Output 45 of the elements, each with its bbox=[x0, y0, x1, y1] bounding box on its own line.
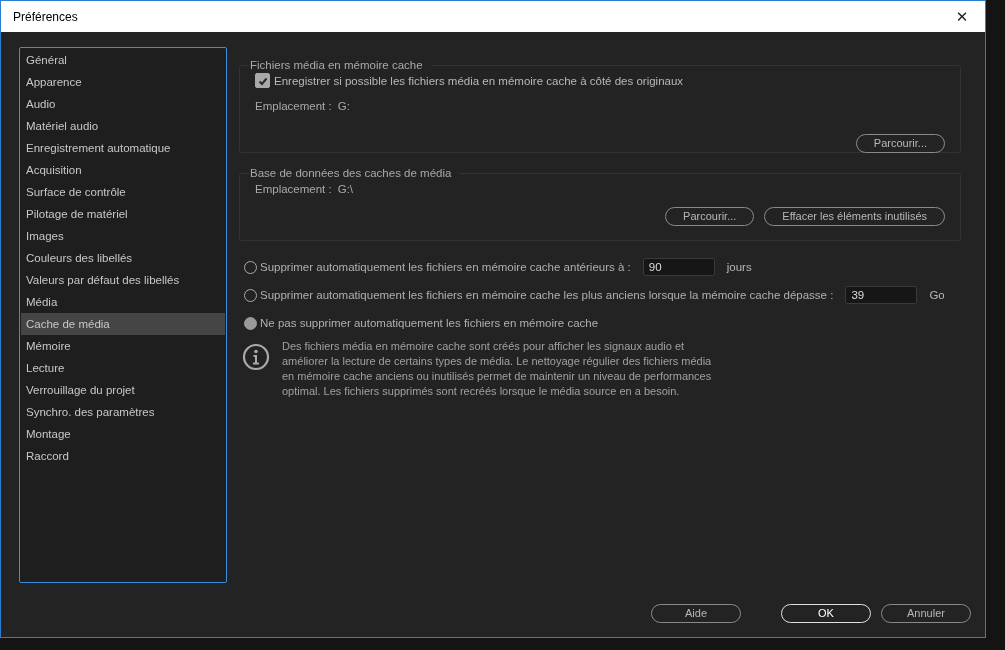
sidebar-item[interactable]: Audio bbox=[21, 93, 225, 115]
info-icon bbox=[242, 343, 270, 371]
checkbox[interactable] bbox=[255, 73, 270, 88]
checkbox-label: Enregistrer si possible les fichiers média en mémoire cache à côté des originaux bbox=[274, 74, 684, 87]
browse-button[interactable]: Parcourir... bbox=[855, 134, 945, 153]
sidebar-item[interactable]: Synchro. des paramètres bbox=[21, 401, 225, 423]
sidebar-item[interactable]: Images bbox=[21, 225, 225, 247]
sidebar-item[interactable]: Surface de contrôle bbox=[21, 181, 225, 203]
number-field[interactable]: 90 bbox=[642, 258, 715, 276]
radio-button[interactable] bbox=[244, 316, 257, 330]
sidebar-item[interactable]: Mémoire bbox=[21, 335, 225, 357]
dialog-button[interactable]: Annuler bbox=[881, 604, 971, 623]
group-title: Fichiers média en mémoire cache bbox=[249, 59, 424, 71]
dialog-button[interactable]: Aide bbox=[651, 604, 741, 623]
radio-label: Supprimer automatiquement les fichiers en mémoire cache les plus anciens lorsque la mémoire cache dépasse : bbox=[260, 289, 834, 301]
info-text: Des fichiers média en mémoire cache sont créés pour afficher les signaux audio et améliorer la lecture de certains types de média. Le nettoyage régulier des fichiers média en mémoire cache anciens ou inutilisés permet de maintenir un niveau de performances optimal. Les fichiers supprimés sont recréés lorsque le média source en a besoin. bbox=[282, 339, 713, 399]
sidebar-item[interactable]: Apparence bbox=[21, 71, 225, 93]
action-button[interactable]: Parcourir... bbox=[665, 207, 755, 226]
sidebar-item[interactable]: Enregistrement automatique bbox=[21, 137, 225, 159]
sidebar-item[interactable]: Valeurs par défaut des libellés bbox=[21, 269, 225, 291]
location-label: Emplacement : bbox=[255, 100, 332, 112]
sidebar-item[interactable]: Pilotage de matériel bbox=[21, 203, 225, 225]
sidebar-item[interactable]: Acquisition bbox=[21, 159, 225, 181]
sidebar-item[interactable]: Couleurs des libellés bbox=[21, 247, 225, 269]
radio-label: Supprimer automatiquement les fichiers en mémoire cache antérieurs à : bbox=[260, 261, 631, 273]
location-value: G:\ bbox=[337, 183, 354, 195]
sidebar-item[interactable]: Lecture bbox=[21, 357, 225, 379]
number-field[interactable]: 39 bbox=[845, 286, 918, 304]
sidebar-item[interactable]: Raccord bbox=[21, 445, 225, 467]
dialog-button[interactable]: OK bbox=[781, 604, 871, 623]
window-title: Préférences bbox=[13, 9, 78, 24]
group-title: Base de données des caches de média bbox=[249, 167, 453, 179]
sidebar-item[interactable]: Média bbox=[21, 291, 225, 313]
action-button[interactable]: Effacer les éléments inutilisés bbox=[764, 207, 945, 226]
location-value: G: bbox=[337, 100, 350, 112]
close-button[interactable]: ✕ bbox=[939, 1, 985, 32]
location-label: Emplacement : bbox=[255, 183, 332, 195]
sidebar-item[interactable]: Montage bbox=[21, 423, 225, 445]
sidebar-item[interactable]: Cache de média bbox=[21, 313, 225, 335]
sidebar-item[interactable]: Verrouillage du projet bbox=[21, 379, 225, 401]
unit-label: jours bbox=[726, 261, 752, 273]
unit-label: Go bbox=[929, 289, 945, 301]
radio-label: Ne pas supprimer automatiquement les fichiers en mémoire cache bbox=[260, 317, 599, 329]
sidebar-item[interactable]: Général bbox=[21, 49, 225, 71]
sidebar-item[interactable]: Matériel audio bbox=[21, 115, 225, 137]
